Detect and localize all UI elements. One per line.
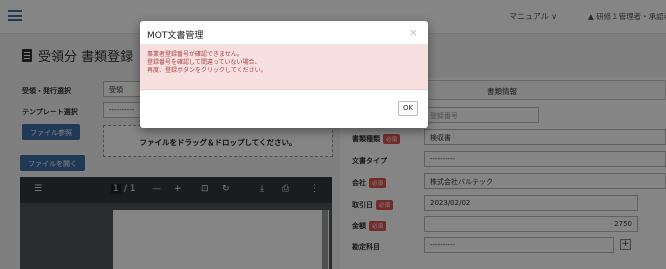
error-alert: 事業者登録番号が確認できません。 登録番号を確認して間違っていない場合、 再度、… <box>140 45 428 90</box>
alert-dialog: MOT文書管理 × 事業者登録番号が確認できません。 登録番号を確認して間違って… <box>140 21 428 128</box>
alert-message-line: 再度、登録ボタンをクリックしてください。 <box>147 67 267 74</box>
alert-message-line: 事業者登録番号が確認できません。 <box>147 51 243 58</box>
ok-button[interactable]: OK <box>398 101 418 116</box>
alert-message-line: 登録番号を確認して間違っていない場合、 <box>147 59 261 66</box>
close-icon[interactable]: × <box>409 26 418 39</box>
dialog-header: MOT文書管理 × <box>140 21 428 45</box>
app-window: マニュアル ∨ ▲ 研修１管理者・承認者 ∨ 受領分 書類登録 受領・発行選択 … <box>0 0 666 269</box>
dialog-title: MOT文書管理 <box>147 31 204 41</box>
